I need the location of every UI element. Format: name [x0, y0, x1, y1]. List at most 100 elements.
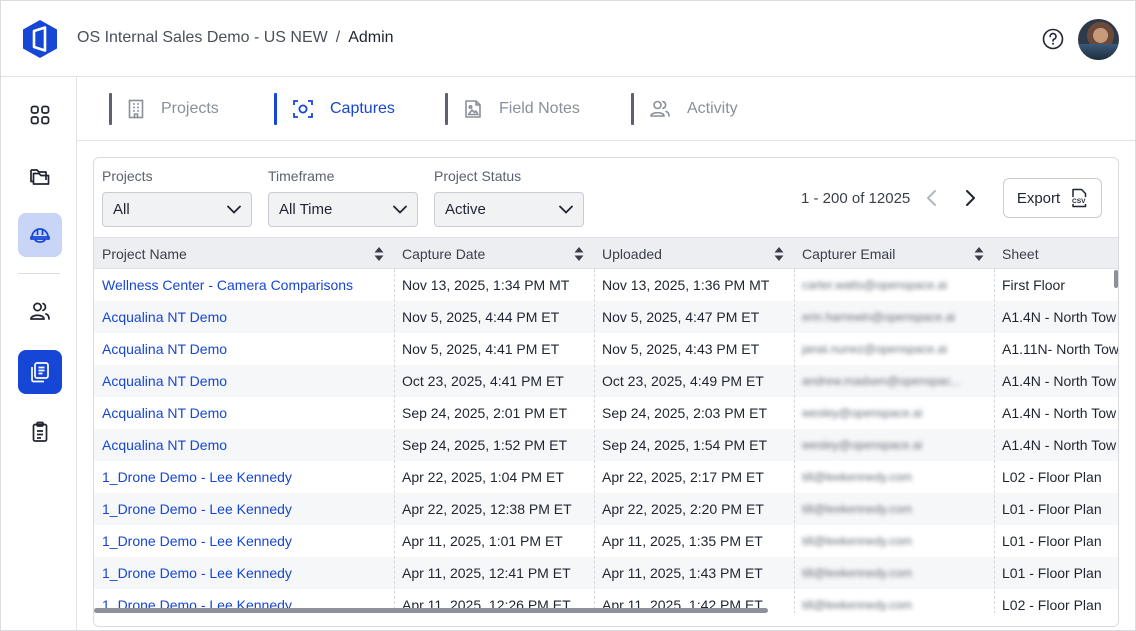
project-link[interactable]: Acqualina NT Demo	[102, 405, 227, 421]
table-row[interactable]: 1_Drone Demo - Lee Kennedy Apr 11, 2025, …	[94, 525, 1118, 557]
project-link[interactable]: Acqualina NT Demo	[102, 309, 227, 325]
cell-project-name[interactable]: 1_Drone Demo - Lee Kennedy	[94, 557, 394, 589]
sort-icon[interactable]	[774, 246, 784, 262]
column-header-capture-date[interactable]: Capture Date	[394, 238, 594, 270]
rail-dashboard-button[interactable]	[18, 93, 62, 137]
column-header-sheet[interactable]: Sheet	[994, 238, 1118, 270]
cell-text: Nov 5, 2025, 4:44 PM ET	[402, 309, 560, 325]
cell-text: A1.4N - North Tow	[1002, 373, 1117, 389]
project-link[interactable]: Acqualina NT Demo	[102, 341, 227, 357]
table-row[interactable]: 1_Drone Demo - Lee Kennedy Apr 22, 2025, …	[94, 461, 1118, 493]
status-select[interactable]: Active	[434, 192, 584, 227]
project-link[interactable]: Acqualina NT Demo	[102, 373, 227, 389]
timeframe-select[interactable]: All Time	[268, 192, 418, 227]
cell-capturer-email: till@leekennedy.com	[794, 557, 994, 589]
projects-filter: Projects All	[102, 168, 252, 227]
cell-project-name[interactable]: Acqualina NT Demo	[94, 397, 394, 429]
project-link[interactable]: Acqualina NT Demo	[102, 437, 227, 453]
cell-project-name[interactable]: Acqualina NT Demo	[94, 301, 394, 333]
cell-text: First Floor	[1002, 277, 1065, 293]
cell-project-name[interactable]: 1_Drone Demo - Lee Kennedy	[94, 493, 394, 525]
tab-captures[interactable]: Captures	[274, 93, 395, 125]
cell-capturer-email: till@leekennedy.com	[794, 461, 994, 493]
select-value: All Time	[279, 201, 333, 218]
project-link[interactable]: 1_Drone Demo - Lee Kennedy	[102, 501, 292, 517]
tab-activity[interactable]: Activity	[631, 93, 738, 125]
openspace-logo-icon[interactable]	[21, 19, 59, 59]
tab-field-notes[interactable]: Field Notes	[445, 93, 580, 125]
tab-projects[interactable]: Projects	[109, 93, 219, 125]
vertical-scrollbar[interactable]	[1114, 270, 1118, 288]
table-row[interactable]: Acqualina NT Demo Nov 5, 2025, 4:41 PM ET…	[94, 333, 1118, 365]
chevron-down-icon	[393, 205, 407, 214]
rail-field-button[interactable]	[18, 213, 62, 257]
column-header-capturer-email[interactable]: Capturer Email	[794, 238, 994, 270]
column-divider	[994, 269, 995, 626]
table-header: Project Name Capture Date Uploaded Captu…	[94, 237, 1118, 270]
sort-icon[interactable]	[974, 246, 984, 262]
cell-capture-date: Apr 22, 2025, 1:04 PM ET	[394, 461, 594, 493]
table-row[interactable]: Acqualina NT Demo Oct 23, 2025, 4:41 PM E…	[94, 365, 1118, 397]
table-row[interactable]: Acqualina NT Demo Sep 24, 2025, 2:01 PM E…	[94, 397, 1118, 429]
cell-text: Sep 24, 2025, 1:52 PM ET	[402, 437, 567, 453]
hardhat-icon	[30, 228, 50, 243]
rail-folders-button[interactable]	[18, 154, 62, 198]
cell-capturer-email: wesley@openspace.ai	[794, 429, 994, 461]
project-link[interactable]: 1_Drone Demo - Lee Kennedy	[102, 469, 292, 485]
table-row[interactable]: Acqualina NT Demo Nov 5, 2025, 4:44 PM ET…	[94, 301, 1118, 333]
cell-project-name[interactable]: Acqualina NT Demo	[94, 429, 394, 461]
cell-sheet: A1.4N - North Tow	[994, 365, 1118, 397]
cell-text: carter.watts@openspace.ai	[802, 278, 947, 292]
sort-icon[interactable]	[574, 246, 584, 262]
column-divider	[394, 269, 395, 626]
cell-project-name[interactable]: Wellness Center - Camera Comparisons	[94, 269, 394, 301]
tab-indicator	[445, 93, 448, 125]
table-row[interactable]: Acqualina NT Demo Sep 24, 2025, 1:52 PM E…	[94, 429, 1118, 461]
app-window: OS Internal Sales Demo - US NEW / Admin	[0, 0, 1136, 631]
project-link[interactable]: Wellness Center - Camera Comparisons	[102, 277, 353, 293]
sort-icon[interactable]	[374, 246, 384, 262]
project-link[interactable]: 1_Drone Demo - Lee Kennedy	[102, 533, 292, 549]
cell-text: Apr 11, 2025, 12:41 PM ET	[402, 565, 571, 581]
cell-text: janai.nunez@openspace.ai	[802, 342, 947, 356]
cell-capturer-email: wesley@openspace.ai	[794, 397, 994, 429]
column-header-uploaded[interactable]: Uploaded	[594, 238, 794, 270]
column-header-label: Uploaded	[602, 246, 662, 262]
rail-users-button[interactable]	[18, 289, 62, 333]
cell-capture-date: Sep 24, 2025, 2:01 PM ET	[394, 397, 594, 429]
horizontal-scrollbar[interactable]	[94, 608, 768, 613]
cell-text: Apr 11, 2025, 1:43 PM ET	[602, 565, 763, 581]
table-row[interactable]: 1_Drone Demo - Lee Kennedy Apr 22, 2025, …	[94, 493, 1118, 525]
cell-project-name[interactable]: Acqualina NT Demo	[94, 365, 394, 397]
cell-text: Apr 11, 2025, 1:01 PM ET	[402, 533, 563, 549]
cell-text: L01 - Floor Plan	[1002, 533, 1102, 549]
cell-text: andrew.madsen@openspac...	[802, 374, 961, 388]
cell-project-name[interactable]: 1_Drone Demo - Lee Kennedy	[94, 461, 394, 493]
cell-text: Nov 5, 2025, 4:41 PM ET	[402, 341, 560, 357]
help-icon[interactable]	[1042, 28, 1064, 50]
column-header-project-name[interactable]: Project Name	[94, 238, 394, 270]
cell-text: L02 - Floor Plan	[1002, 597, 1102, 613]
cell-uploaded: Sep 24, 2025, 1:54 PM ET	[594, 429, 794, 461]
user-avatar[interactable]	[1078, 19, 1119, 60]
cell-project-name[interactable]: Acqualina NT Demo	[94, 333, 394, 365]
cell-uploaded: Apr 11, 2025, 1:35 PM ET	[594, 525, 794, 557]
project-link[interactable]: 1_Drone Demo - Lee Kennedy	[102, 565, 292, 581]
projects-select[interactable]: All	[102, 192, 252, 227]
breadcrumb-workspace[interactable]: OS Internal Sales Demo - US NEW	[77, 29, 328, 46]
cell-capturer-email: till@leekennedy.com	[794, 493, 994, 525]
table-row[interactable]: 1_Drone Demo - Lee Kennedy Apr 11, 2025, …	[94, 557, 1118, 589]
export-csv-button[interactable]: Export CSV	[1003, 178, 1102, 218]
cell-project-name[interactable]: 1_Drone Demo - Lee Kennedy	[94, 525, 394, 557]
cell-text: Apr 22, 2025, 2:17 PM ET	[602, 469, 764, 485]
chevron-left-icon[interactable]	[924, 188, 940, 208]
rail-captures-button[interactable]	[18, 350, 62, 394]
cell-sheet: A1.4N - North Tow	[994, 397, 1118, 429]
rail-clipboard-button[interactable]	[18, 410, 62, 454]
chevron-right-icon[interactable]	[962, 188, 978, 208]
table-row[interactable]: Wellness Center - Camera Comparisons Nov …	[94, 269, 1118, 301]
timeframe-filter: Timeframe All Time	[268, 168, 418, 227]
cell-capture-date: Apr 11, 2025, 1:01 PM ET	[394, 525, 594, 557]
cell-text: till@leekennedy.com	[802, 502, 913, 516]
clipboard-icon	[32, 421, 48, 442]
